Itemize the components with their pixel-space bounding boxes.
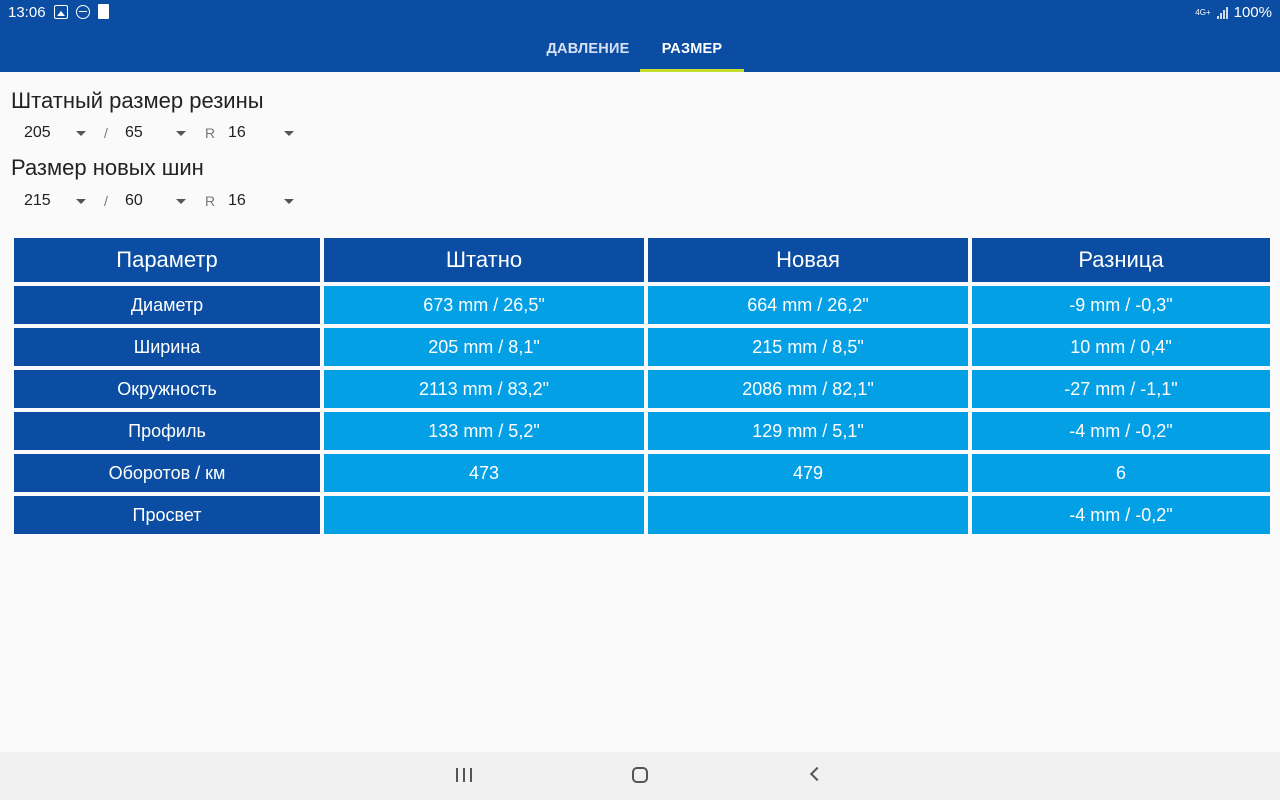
chevron-down-icon [284,199,294,204]
new-value: 2086 mm / 82,1" [648,370,968,408]
status-time: 13:06 [8,4,46,21]
home-icon[interactable] [632,767,648,783]
stock-size-selectors: 205 / 65 R 16 [0,119,320,147]
system-nav-bar [0,752,1280,800]
table-row: Оборотов / км 473 479 6 [14,454,1270,492]
new-rim-value: 16 [228,192,246,209]
stock-rim-select[interactable]: 16 [228,119,298,147]
size-separator: / [104,125,108,141]
chevron-down-icon [284,131,294,136]
stock-value: 205 mm / 8,1" [324,328,644,366]
comparison-table: Параметр Штатно Новая Разница Диаметр 67… [10,234,1274,538]
recent-apps-icon[interactable] [456,768,472,782]
sim-card-icon [98,4,109,19]
stock-value: 2113 mm / 83,2" [324,370,644,408]
rim-prefix: R [205,193,216,209]
size-separator: / [104,193,108,209]
difference-value: 6 [972,454,1270,492]
status-bar: 13:06 4G+ 100% [0,0,1280,26]
stock-profile-select[interactable]: 65 [125,119,191,147]
new-value: 664 mm / 26,2" [648,286,968,324]
signal-icon [1216,6,1228,19]
header-parameter: Параметр [14,238,320,282]
header-stock: Штатно [324,238,644,282]
difference-value: -4 mm / -0,2" [972,496,1270,534]
stock-value: 673 mm / 26,5" [324,286,644,324]
new-width-select[interactable]: 215 [24,187,90,215]
back-icon[interactable] [809,766,825,782]
difference-value: -4 mm / -0,2" [972,412,1270,450]
network-type: 4G+ [1195,7,1211,17]
stock-width-select[interactable]: 205 [24,119,90,147]
battery-percentage: 100% [1233,4,1272,21]
param-name: Оборотов / км [14,454,320,492]
table-row: Окружность 2113 mm / 83,2" 2086 mm / 82,… [14,370,1270,408]
new-width-value: 215 [24,192,51,209]
table-row: Ширина 205 mm / 8,1" 215 mm / 8,5" 10 mm… [14,328,1270,366]
param-name: Ширина [14,328,320,366]
do-not-disturb-icon [76,4,90,19]
stock-value: 133 mm / 5,2" [324,412,644,450]
chevron-down-icon [176,199,186,204]
table-row: Просвет -4 mm / -0,2" [14,496,1270,534]
header-difference: Разница [972,238,1270,282]
rim-prefix: R [205,125,216,141]
param-name: Просвет [14,496,320,534]
stock-rim-value: 16 [228,124,246,141]
header-new: Новая [648,238,968,282]
chevron-down-icon [76,199,86,204]
image-icon [54,4,68,19]
tab-bar: ДАВЛЕНИЕ РАЗМЕР [0,26,1280,72]
new-value: 129 mm / 5,1" [648,412,968,450]
stock-size-title: Штатный размер резины [11,88,264,113]
stock-value: 473 [324,454,644,492]
new-value: 215 mm / 8,5" [648,328,968,366]
new-profile-value: 60 [125,192,143,209]
new-size-title: Размер новых шин [11,155,204,180]
difference-value: -27 mm / -1,1" [972,370,1270,408]
param-name: Окружность [14,370,320,408]
new-value: 479 [648,454,968,492]
tab-pressure[interactable]: ДАВЛЕНИЕ [536,26,640,72]
chevron-down-icon [176,131,186,136]
new-rim-select[interactable]: 16 [228,187,298,215]
stock-value [324,496,644,534]
table-row: Диаметр 673 mm / 26,5" 664 mm / 26,2" -9… [14,286,1270,324]
app-bar: 13:06 4G+ 100% ДАВЛЕНИЕ РАЗМЕР [0,0,1280,72]
chevron-down-icon [76,131,86,136]
new-profile-select[interactable]: 60 [125,187,191,215]
param-name: Профиль [14,412,320,450]
new-value [648,496,968,534]
difference-value: 10 mm / 0,4" [972,328,1270,366]
stock-profile-value: 65 [125,124,143,141]
tab-size[interactable]: РАЗМЕР [640,26,744,72]
difference-value: -9 mm / -0,3" [972,286,1270,324]
new-size-selectors: 215 / 60 R 16 [0,187,320,215]
stock-width-value: 205 [24,124,51,141]
table-row: Профиль 133 mm / 5,2" 129 mm / 5,1" -4 m… [14,412,1270,450]
param-name: Диаметр [14,286,320,324]
table-header-row: Параметр Штатно Новая Разница [14,238,1270,282]
